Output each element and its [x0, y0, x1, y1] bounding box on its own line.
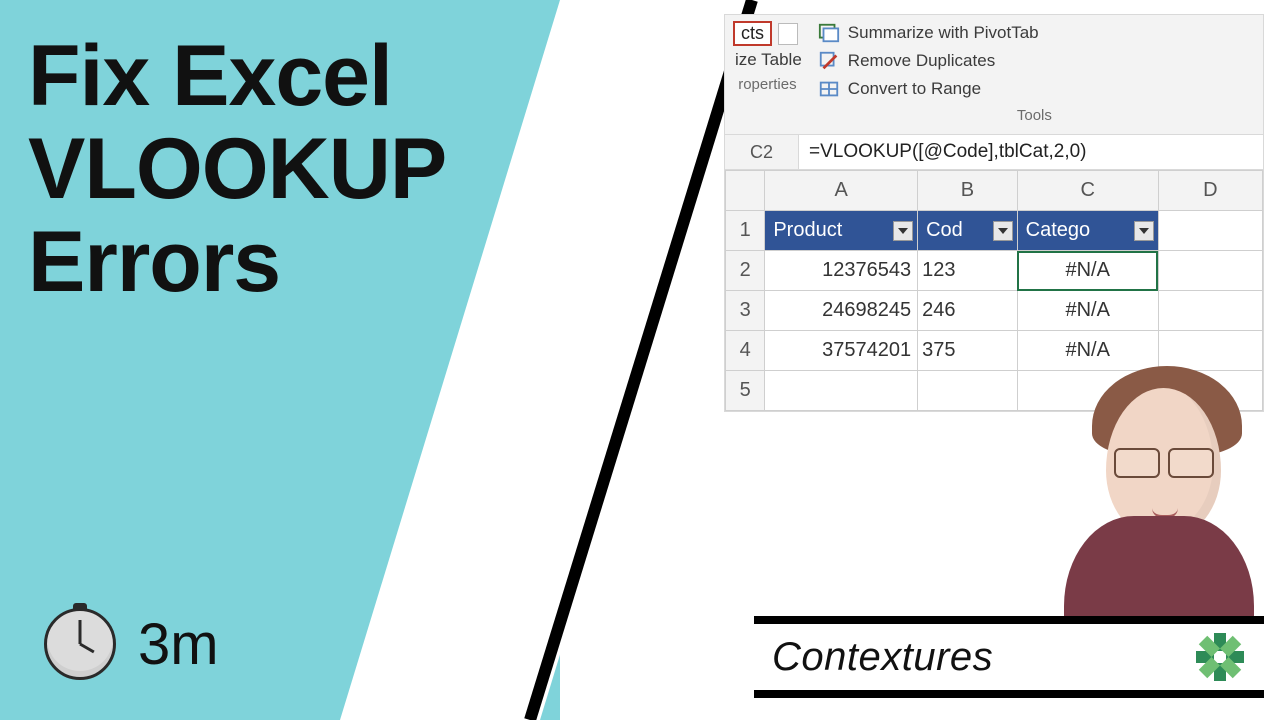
brand-logo-icon: [1194, 631, 1246, 683]
ribbon-group-label-properties: roperties: [738, 76, 796, 93]
resize-table-fragment[interactable]: ize Table: [733, 50, 802, 70]
cell[interactable]: #N/A: [1017, 291, 1158, 331]
row-header[interactable]: 5: [726, 371, 765, 411]
row-header[interactable]: 4: [726, 331, 765, 371]
cell[interactable]: [1158, 251, 1262, 291]
cyan-panel: Fix Excel VLOOKUP Errors 3m: [0, 0, 560, 720]
clock-icon: [44, 608, 116, 680]
select-all-corner[interactable]: [726, 171, 765, 211]
cell-selected[interactable]: #N/A: [1017, 251, 1158, 291]
cell[interactable]: 246: [918, 291, 1018, 331]
filter-dropdown-icon[interactable]: [993, 221, 1013, 241]
col-header-c[interactable]: C: [1017, 171, 1158, 211]
row-header[interactable]: 3: [726, 291, 765, 331]
ribbon-group-label-tools: Tools: [1017, 107, 1052, 124]
table-header-category[interactable]: Catego: [1017, 211, 1158, 251]
cell[interactable]: 37574201: [765, 331, 918, 371]
row-header[interactable]: 1: [726, 211, 765, 251]
summarize-pivot-label: Summarize with PivotTab: [848, 23, 1039, 43]
blank-box: [778, 23, 798, 45]
table-header-product[interactable]: Product: [765, 211, 918, 251]
summarize-pivot-button[interactable]: Summarize with PivotTab: [814, 21, 1255, 45]
convert-range-button[interactable]: Convert to Range: [814, 77, 1255, 101]
brand-bar: Contextures: [754, 616, 1264, 698]
thumbnail-stage: Fix Excel VLOOKUP Errors 3m cts ize Tabl…: [0, 0, 1280, 720]
formula-input[interactable]: =VLOOKUP([@Code],tblCat,2,0): [799, 135, 1263, 169]
convert-range-icon: [818, 79, 840, 99]
remove-duplicates-label: Remove Duplicates: [848, 51, 995, 71]
excel-ribbon: cts ize Table roperties Summarize with P…: [725, 15, 1263, 134]
cell[interactable]: [1158, 211, 1262, 251]
brand-name: Contextures: [772, 635, 993, 680]
cell[interactable]: 12376543: [765, 251, 918, 291]
main-title: Fix Excel VLOOKUP Errors: [28, 30, 446, 309]
cell[interactable]: [765, 371, 918, 411]
filter-dropdown-icon[interactable]: [893, 221, 913, 241]
presenter-portrait: [1024, 336, 1274, 626]
remove-duplicates-button[interactable]: Remove Duplicates: [814, 49, 1255, 73]
table-header-code[interactable]: Cod: [918, 211, 1018, 251]
row-header[interactable]: 2: [726, 251, 765, 291]
cell[interactable]: 123: [918, 251, 1018, 291]
col-header-d[interactable]: D: [1158, 171, 1262, 211]
duration-row: 3m: [44, 608, 219, 680]
table-name-fragment[interactable]: cts: [733, 21, 772, 46]
title-line-3: Errors: [28, 216, 446, 309]
duration-text: 3m: [138, 611, 219, 678]
table-row: 2 12376543 123 #N/A: [726, 251, 1263, 291]
table-row: 1 Product Cod Catego: [726, 211, 1263, 251]
pivot-icon: [818, 23, 840, 43]
title-line-1: Fix Excel: [28, 30, 446, 123]
name-box[interactable]: C2: [725, 135, 799, 169]
ribbon-group-properties: cts ize Table roperties: [733, 21, 802, 124]
formula-bar: C2 =VLOOKUP([@Code],tblCat,2,0): [725, 134, 1263, 170]
convert-range-label: Convert to Range: [848, 79, 981, 99]
col-header-b[interactable]: B: [918, 171, 1018, 211]
title-line-2: VLOOKUP: [28, 123, 446, 216]
cell[interactable]: 24698245: [765, 291, 918, 331]
cell[interactable]: [918, 371, 1018, 411]
table-row: 3 24698245 246 #N/A: [726, 291, 1263, 331]
ribbon-group-tools: Summarize with PivotTab Remove Duplicate…: [814, 21, 1255, 124]
col-header-a[interactable]: A: [765, 171, 918, 211]
cell[interactable]: [1158, 291, 1262, 331]
filter-dropdown-icon[interactable]: [1134, 221, 1154, 241]
cell[interactable]: 375: [918, 331, 1018, 371]
remove-duplicates-icon: [818, 51, 840, 71]
